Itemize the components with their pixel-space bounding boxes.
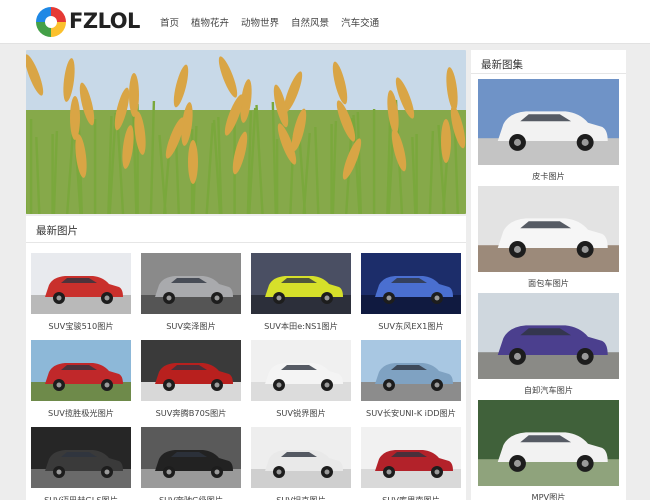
image-card[interactable]: SUV揽胜极光图片 (31, 340, 131, 419)
latest-galleries-title: 最新图集 (481, 59, 523, 71)
car-photo (31, 253, 131, 314)
car-photo (141, 427, 241, 488)
vehicle-photo (478, 186, 619, 272)
gallery-caption[interactable]: 皮卡图片 (478, 170, 619, 182)
latest-galleries-header: 最新图集 (471, 50, 626, 74)
image-card[interactable]: SUV奔驰G级图片 (141, 427, 241, 500)
vehicle-photo (478, 293, 619, 379)
vehicle-photo (478, 79, 619, 165)
image-thumbnail[interactable] (251, 340, 351, 401)
car-photo (361, 340, 461, 401)
image-card[interactable]: SUV奔腾B70S图片 (141, 340, 241, 419)
gallery-caption[interactable]: MPV图片 (478, 491, 619, 500)
nav-item-vehicles[interactable]: 汽车交通 (341, 15, 379, 29)
nav-item-plants[interactable]: 植物花卉 (191, 15, 229, 29)
image-thumbnail[interactable] (141, 340, 241, 401)
image-card[interactable]: SUV本田e:NS1图片 (251, 253, 351, 332)
latest-galleries-sidebar: 最新图集 皮卡图片面包车图片自卸汽车图片 MPV图片 (471, 50, 626, 500)
vehicle-photo (478, 400, 619, 486)
site-header: FZLOL 首页 植物花卉 动物世界 自然风景 汽车交通 (0, 0, 650, 44)
gallery-card[interactable]: 面包车图片 (478, 186, 619, 289)
image-caption[interactable]: SUV奕泽图片 (141, 320, 241, 332)
gallery-card[interactable]: 皮卡图片 (478, 79, 619, 182)
image-thumbnail[interactable] (251, 253, 351, 314)
wheat-ear (70, 96, 80, 140)
gallery-caption[interactable]: 面包车图片 (478, 277, 619, 289)
wheat-ear (441, 119, 451, 163)
image-card[interactable]: SUV锐界图片 (251, 340, 351, 419)
latest-images-title: 最新图片 (36, 225, 78, 237)
car-photo (31, 340, 131, 401)
image-thumbnail[interactable] (361, 427, 461, 488)
image-thumbnail[interactable] (31, 253, 131, 314)
car-photo (251, 340, 351, 401)
nav-item-home[interactable]: 首页 (160, 15, 179, 29)
image-caption[interactable]: SUV揽胜极光图片 (31, 407, 131, 419)
car-photo (251, 253, 351, 314)
image-thumbnail[interactable] (361, 340, 461, 401)
image-card[interactable]: SUV奕泽图片 (141, 253, 241, 332)
image-caption[interactable]: SUV迈巴赫GLS图片 (31, 494, 131, 500)
image-thumbnail[interactable] (251, 427, 351, 488)
site-logo[interactable]: FZLOL (36, 5, 140, 37)
logo-ball-icon (36, 7, 66, 37)
car-photo (361, 427, 461, 488)
image-thumbnail[interactable] (31, 427, 131, 488)
image-caption[interactable]: SUV奔腾B70S图片 (141, 407, 241, 419)
image-card[interactable]: SUV库里南图片 (361, 427, 461, 500)
image-card[interactable]: SUV坦克图片 (251, 427, 351, 500)
car-photo (361, 253, 461, 314)
image-caption[interactable]: SUV东风EX1图片 (361, 320, 461, 332)
image-caption[interactable]: SUV宝骏510图片 (31, 320, 131, 332)
hero-banner-image[interactable] (26, 50, 466, 214)
image-caption[interactable]: SUV奔驰G级图片 (141, 494, 241, 500)
gallery-caption[interactable]: 自卸汽车图片 (478, 384, 619, 396)
wheat-field-picture (26, 50, 466, 214)
latest-images-grid: SUV宝骏510图片 SUV奕泽图片 SUV本田e:NS1图片 SUV东风EX1图片 S… (26, 243, 466, 500)
image-card[interactable]: SUV迈巴赫GLS图片 (31, 427, 131, 500)
car-photo (141, 253, 241, 314)
gallery-card[interactable]: 自卸汽车图片 (478, 293, 619, 396)
wheat-ear (188, 140, 198, 184)
gallery-thumbnail[interactable] (478, 186, 619, 272)
logo-text: FZLOL (69, 9, 140, 33)
car-photo (251, 427, 351, 488)
main-nav: 首页 植物花卉 动物世界 自然风景 汽车交通 (160, 15, 379, 29)
image-caption[interactable]: SUV锐界图片 (251, 407, 351, 419)
gallery-thumbnail[interactable] (478, 293, 619, 379)
image-card[interactable]: SUV长安UNI-K iDD图片 (361, 340, 461, 419)
image-caption[interactable]: SUV坦克图片 (251, 494, 351, 500)
nav-item-animals[interactable]: 动物世界 (241, 15, 279, 29)
image-card[interactable]: SUV宝骏510图片 (31, 253, 131, 332)
image-caption[interactable]: SUV长安UNI-K iDD图片 (361, 407, 461, 419)
gallery-card[interactable]: MPV图片 (478, 400, 619, 500)
nav-item-scenery[interactable]: 自然风景 (291, 15, 329, 29)
car-photo (141, 340, 241, 401)
image-thumbnail[interactable] (141, 427, 241, 488)
image-card[interactable]: SUV东风EX1图片 (361, 253, 461, 332)
gallery-thumbnail[interactable] (478, 400, 619, 486)
latest-images-header: 最新图片 (26, 216, 466, 243)
image-thumbnail[interactable] (31, 340, 131, 401)
car-photo (31, 427, 131, 488)
image-caption[interactable]: SUV本田e:NS1图片 (251, 320, 351, 332)
image-caption[interactable]: SUV库里南图片 (361, 494, 461, 500)
gallery-thumbnail[interactable] (478, 79, 619, 165)
image-thumbnail[interactable] (141, 253, 241, 314)
image-thumbnail[interactable] (361, 253, 461, 314)
wheat-ear (129, 73, 139, 117)
